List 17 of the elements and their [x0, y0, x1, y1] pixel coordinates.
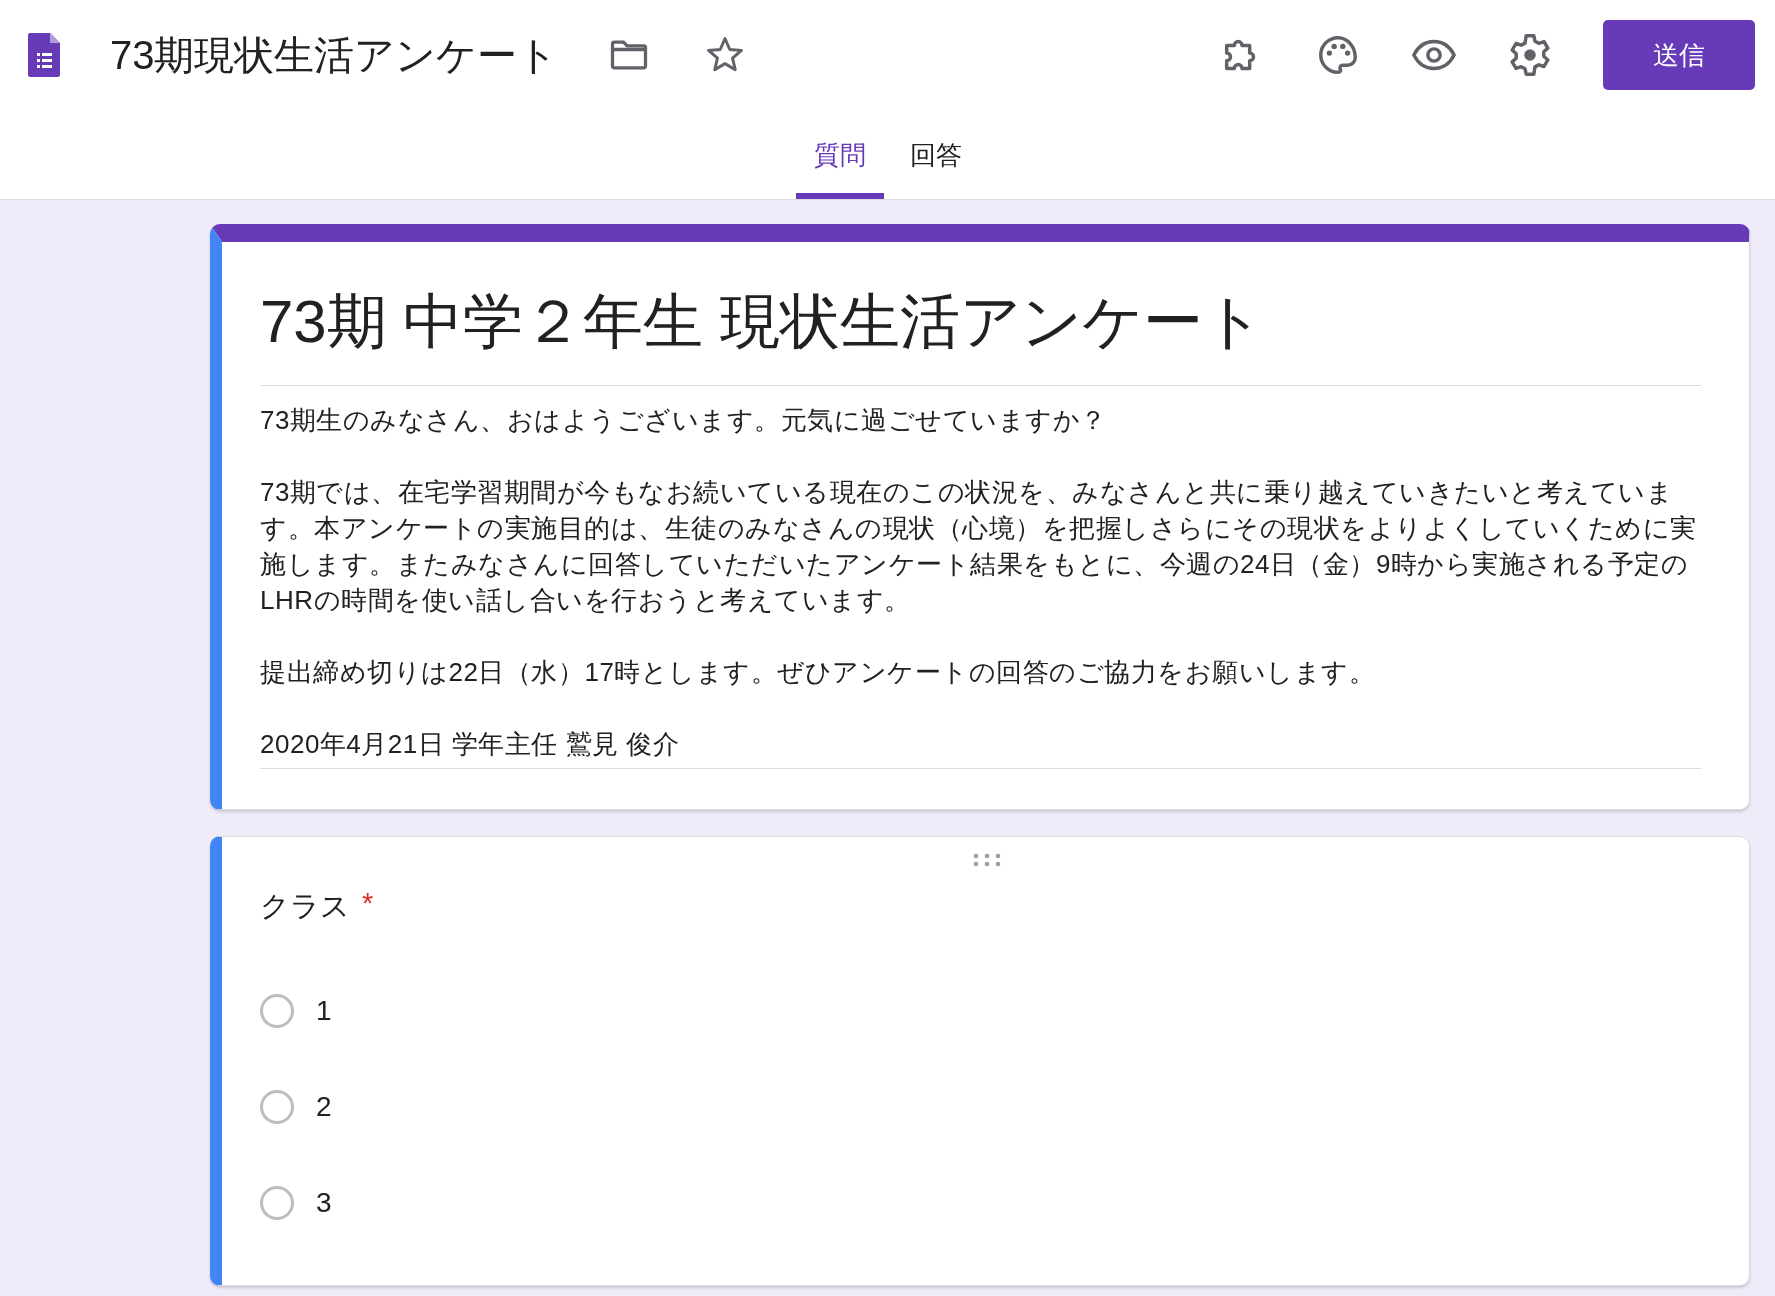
- option-label[interactable]: 3: [316, 1187, 332, 1219]
- radio-button[interactable]: [260, 994, 294, 1028]
- form-title[interactable]: 73期現状生活アンケート: [110, 27, 559, 83]
- forms-logo-icon[interactable]: [28, 33, 60, 77]
- drag-handle-icon[interactable]: [972, 853, 1002, 867]
- required-mark: *: [362, 887, 374, 921]
- option-label[interactable]: 1: [316, 995, 332, 1027]
- form-heading[interactable]: 73期 中学２年生 現状生活アンケート: [260, 272, 1701, 386]
- settings-icon[interactable]: [1507, 32, 1553, 78]
- send-button[interactable]: 送信: [1603, 20, 1755, 90]
- description-text[interactable]: 73期生のみなさん、おはようございます。元気に過ごせていますか？ 73期では、在宅学習期間が今もなお続いている現在のこの状況を、みなさんと共に乗り越えていきたいと考えています。本アンケートの実施目的は、生徒のみなさんの現状（心境）を把握しさらにその現状をよりよくしていくために実施します。またみなさんに回答していただいたアンケート結果をもとに、今週の24日（金）9時から実施される予定のLHRの時間を使い話し合いを行おうと考えています。 提出締め切りは22日（水）17時とします。ぜひアンケートの回答のご協力をお願いします。 2020年4月21日 学年主任 鷲見 俊介: [260, 386, 1701, 769]
- question-title: クラス: [260, 889, 350, 924]
- option-label[interactable]: 2: [316, 1091, 332, 1123]
- tab[interactable]: 回答: [891, 120, 980, 199]
- radio-button[interactable]: [260, 1090, 294, 1124]
- radio-button[interactable]: [260, 1186, 294, 1220]
- tab[interactable]: 質問: [795, 120, 884, 199]
